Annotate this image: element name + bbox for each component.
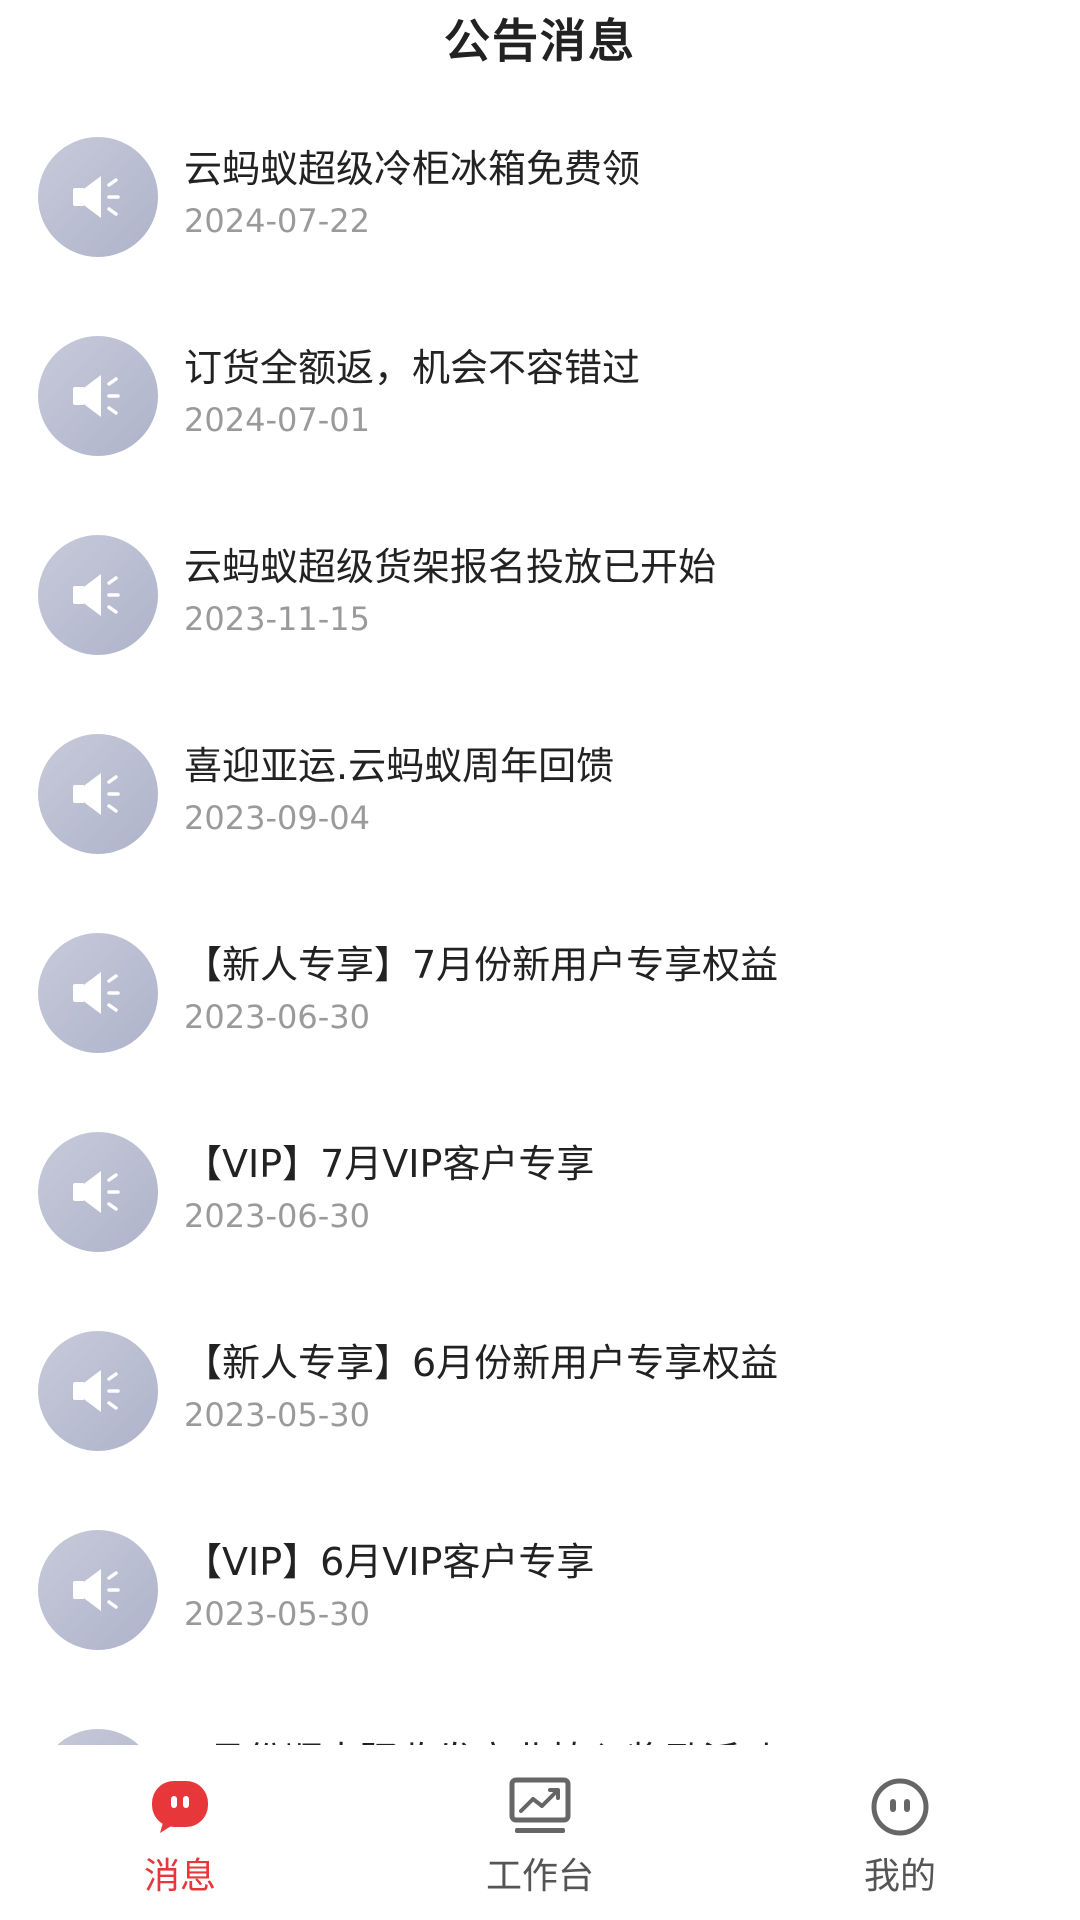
announcement-title: 云蚂蚁超级冷柜冰箱免费领 [184,147,641,191]
megaphone-icon [38,734,158,854]
announcement-item[interactable]: 订货全额返，机会不容错过 2024-07-01 [0,299,1080,498]
tab-profile-label: 我的 [863,1856,936,1897]
tab-workbench[interactable]: 工作台 [360,1745,720,1920]
announcement-item[interactable]: 【VIP】6月VIP客户专享 2023-05-30 [0,1493,1080,1692]
announcement-item[interactable]: 【新人专享】7月份新用户专享权益 2023-06-30 [0,896,1080,1095]
announcement-list-items: 云蚂蚁超级冷柜冰箱免费领 2024-07-22 订货全额返，机会不容错过 2024-0… [0,100,1080,1745]
announcement-date: 2023-11-15 [184,600,370,638]
megaphone-icon [38,1729,158,1745]
announcement-date: 2023-05-30 [184,1396,370,1434]
announcement-title: 【VIP】6月VIP客户专享 [184,1540,595,1584]
megaphone-icon [38,1530,158,1650]
page: 公告消息 云蚂蚁超级冷柜冰箱免费领 2024-07-22 订货全额返，机会不容错过 2… [0,0,1080,1920]
megaphone-icon [38,933,158,1053]
announcement-item[interactable]: 【新人专享】6月份新用户专享权益 2023-05-30 [0,1294,1080,1493]
announcement-item[interactable]: 喜迎亚运.云蚂蚁周年回馈 2023-09-04 [0,697,1080,896]
announcement-title: 喜迎亚运.云蚂蚁周年回馈 [184,744,615,788]
announcement-title: 【VIP】7月VIP客户专享 [184,1142,595,1186]
announcement-title: 云蚂蚁超级货架报名投放已开始 [184,545,717,589]
megaphone-icon [38,1331,158,1451]
announcement-date: 2023-06-30 [184,1197,370,1235]
page-title: 公告消息 [444,14,636,68]
announcement-date: 2023-06-30 [184,998,370,1036]
announcement-item[interactable]: 【VIP】7月VIP客户专享 2023-06-30 [0,1095,1080,1294]
tab-workbench-label: 工作台 [485,1856,594,1897]
tab-messages[interactable]: 消息 [0,1745,360,1920]
announcement-item[interactable]: 云蚂蚁超级货架报名投放已开始 2023-11-15 [0,498,1080,697]
announcement-title: 6月份顺丰驿收发商业植入奖励活动 [184,1730,778,1745]
bottom-tab-bar: 消息 工作台 我的 [0,1745,1080,1920]
announcement-date: 2024-07-01 [184,401,370,439]
face-circle-icon [868,1775,932,1839]
announcement-list[interactable]: 云蚂蚁超级冷柜冰箱免费领 2024-07-22 订货全额返，机会不容错过 2024-0… [0,100,1080,1745]
announcement-date: 2023-09-04 [184,799,370,837]
header: 公告消息 [0,0,1080,80]
megaphone-icon [38,336,158,456]
megaphone-icon [38,535,158,655]
announcement-title: 订货全额返，机会不容错过 [184,346,641,390]
announcement-title: 【新人专享】7月份新用户专享权益 [184,943,779,987]
announcement-date: 2024-07-22 [184,202,370,240]
chart-monitor-icon [508,1775,572,1839]
tab-profile[interactable]: 我的 [720,1745,1080,1920]
announcement-item[interactable]: 云蚂蚁超级冷柜冰箱免费领 2024-07-22 [0,100,1080,299]
announcement-item[interactable]: 6月份顺丰驿收发商业植入奖励活动 [0,1692,1080,1745]
megaphone-icon [38,1132,158,1252]
megaphone-icon [38,137,158,257]
announcement-title: 【新人专享】6月份新用户专享权益 [184,1341,779,1385]
tab-messages-label: 消息 [143,1856,216,1897]
chat-bubble-icon [148,1775,212,1839]
announcement-date: 2023-05-30 [184,1595,370,1633]
